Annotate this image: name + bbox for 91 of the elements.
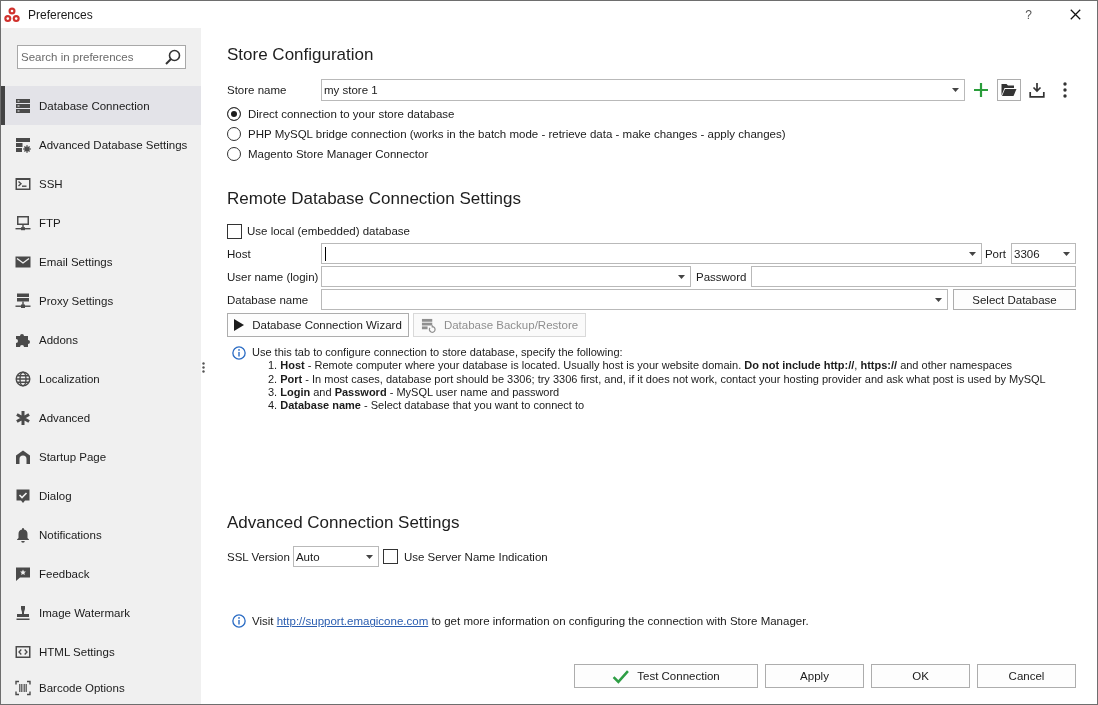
store-name-combobox[interactable]: my store 1: [321, 79, 965, 101]
caret-icon[interactable]: [678, 274, 685, 279]
checkbox-label[interactable]: Use Server Name Indication: [403, 551, 548, 563]
user-name-label: User name (login): [227, 270, 320, 283]
sidebar-item[interactable]: Dialog: [1, 476, 201, 515]
check-badge-icon: [15, 487, 31, 504]
checkbox-label[interactable]: Use local (embedded) database: [247, 225, 411, 237]
help-button[interactable]: ?: [1025, 7, 1032, 22]
caret-icon[interactable]: [968, 251, 976, 256]
search-icon[interactable]: [165, 49, 181, 65]
sidebar-item[interactable]: Advanced: [1, 398, 201, 437]
ssl-version-label: SSL Version: [227, 551, 290, 563]
caret-icon[interactable]: [365, 555, 373, 559]
port-label: Port: [984, 247, 1006, 260]
caret-icon[interactable]: [935, 297, 942, 302]
help-step: 3. Login and Password - MySQL user name and password: [227, 385, 1076, 400]
sidebar-item[interactable]: Database Connection: [1, 86, 201, 125]
radio-label[interactable]: PHP MySQL bridge connection (works in the batch mode - retrieve data - make changes - apply changes): [248, 128, 786, 140]
section-title: Advanced Connection Settings: [227, 512, 461, 535]
sidebar-item[interactable]: Addons: [1, 320, 201, 359]
server-asterisk-icon: [15, 136, 31, 153]
terminal-icon: [15, 175, 31, 192]
support-link[interactable]: http://support.emagicone.com: [276, 615, 429, 628]
star-bubble-icon: [15, 565, 31, 582]
barcode-icon: [15, 679, 31, 696]
dialog-button[interactable]: Apply: [765, 664, 864, 688]
house-icon: [15, 448, 31, 465]
vertical-dots-icon[interactable]: [1063, 82, 1067, 98]
network-server-icon: [15, 292, 31, 309]
splitter-grip-icon[interactable]: [202, 362, 205, 373]
close-icon[interactable]: [1070, 9, 1081, 20]
server-stack-icon: [15, 97, 31, 114]
server-arrow-icon: [420, 317, 436, 333]
radio-label[interactable]: Direct connection to your store database: [248, 108, 455, 120]
help-text: Use this tab to configure connection to store database, specify the following:: [252, 346, 623, 360]
radio-label[interactable]: Magento Store Manager Connector: [248, 148, 429, 160]
sidebar-item[interactable]: Advanced Database Settings: [1, 125, 201, 164]
help-step: 1. Host - Remote computer where your database is located. Usually host is your website domain. Do not include http://, https:// and other namespaces: [227, 359, 1076, 373]
database-name-label: Database name: [227, 293, 310, 306]
host-label: Host: [227, 247, 252, 260]
radio-button[interactable]: [227, 107, 241, 121]
ssl-version-combobox[interactable]: Auto: [292, 546, 379, 568]
caret-icon[interactable]: [952, 88, 959, 92]
bell-icon: [15, 526, 31, 543]
info-icon: [232, 614, 246, 629]
select-database-button[interactable]: Select Database: [953, 289, 1076, 310]
dialog-button[interactable]: Cancel: [977, 664, 1076, 688]
code-icon: [15, 643, 31, 660]
search-field[interactable]: Search in preferences: [17, 45, 186, 69]
help-step: 2. Port - In most cases, database port should be 3306; try 3306 first, and, if it does not work, contact your hosting provider and ask what post is used by MySQL: [227, 372, 1076, 386]
info-icon: [232, 345, 246, 360]
sidebar-item[interactable]: Email Settings: [1, 242, 201, 281]
store-name-label: Store name: [227, 84, 288, 96]
sidebar-item[interactable]: Startup Page: [1, 437, 201, 476]
sidebar-item[interactable]: Barcode Options: [1, 671, 201, 704]
download-icon[interactable]: [1029, 82, 1045, 98]
stamp-icon: [15, 604, 31, 621]
password-label: Password: [696, 270, 747, 283]
network-monitor-icon: [15, 214, 31, 231]
section-title: Store Configuration: [227, 44, 375, 66]
action-button[interactable]: Database Connection Wizard: [227, 313, 409, 337]
sidebar-item[interactable]: HTML Settings: [1, 632, 201, 671]
play-icon: [234, 319, 245, 331]
port-combobox[interactable]: 3306: [1011, 243, 1076, 264]
sidebar-item[interactable]: FTP: [1, 203, 201, 242]
folder-button[interactable]: [997, 79, 1021, 101]
dialog-button[interactable]: Test Connection: [574, 664, 758, 688]
sidebar-item[interactable]: Proxy Settings: [1, 281, 201, 320]
support-note: Visit http://support.emagicone.com to get more information on configuring the connection with Store Manager.: [252, 615, 809, 628]
sidebar-item[interactable]: Image Watermark: [1, 593, 201, 632]
puzzle-icon: [15, 331, 31, 348]
folder-icon: [1001, 83, 1017, 97]
section-title: Remote Database Connection Settings: [227, 188, 522, 210]
radio-button[interactable]: [227, 147, 241, 161]
sidebar-item[interactable]: SSH: [1, 164, 201, 203]
sidebar-item[interactable]: Feedback: [1, 554, 201, 593]
caret-icon[interactable]: [1063, 251, 1070, 256]
password-field[interactable]: [750, 266, 1076, 287]
sidebar-item[interactable]: Localization: [1, 359, 201, 398]
checkbox[interactable]: [227, 223, 242, 239]
app-logo-icon: [4, 6, 20, 23]
sidebar-item[interactable]: Notifications: [1, 515, 201, 554]
dialog-button[interactable]: OK: [871, 664, 970, 688]
check-icon: [612, 668, 630, 684]
asterisk-icon: [15, 409, 31, 426]
radio-button[interactable]: [227, 127, 241, 141]
plus-icon[interactable]: [973, 82, 989, 98]
window-title: Preferences: [28, 7, 93, 22]
globe-icon: [15, 370, 31, 387]
checkbox[interactable]: [382, 549, 398, 565]
help-step: 4. Database name - Select database that you want to connect to: [227, 399, 1076, 413]
